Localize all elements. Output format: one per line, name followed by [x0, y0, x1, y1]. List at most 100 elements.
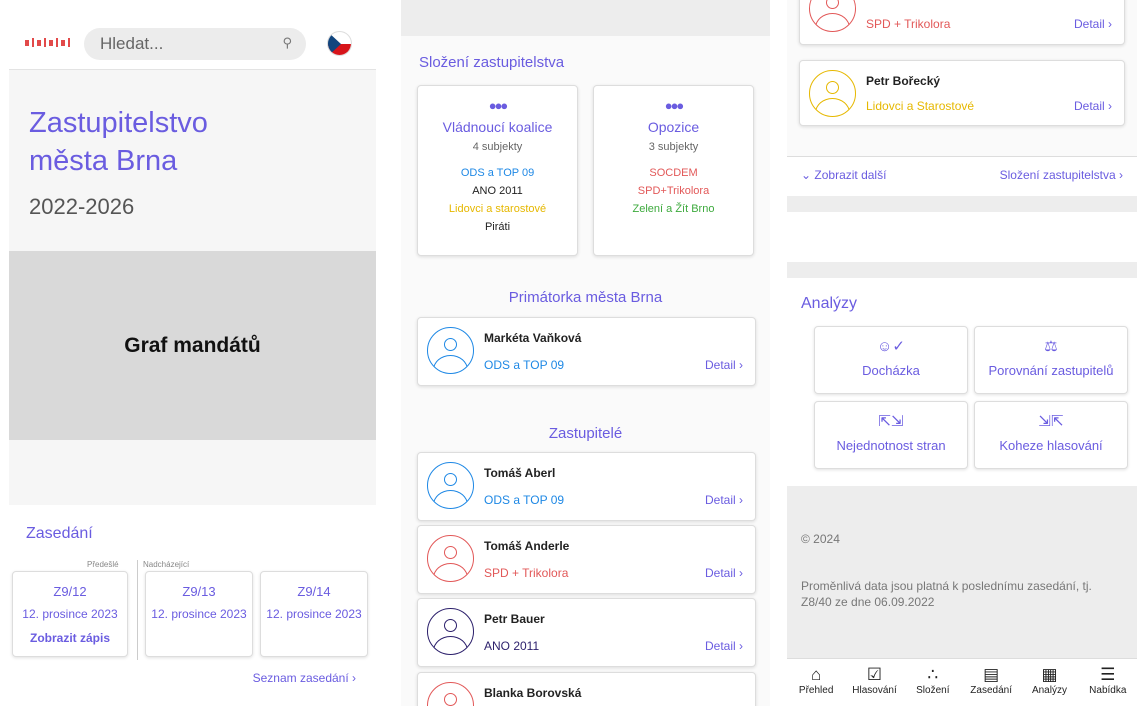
person-name: Tomáš Aberl: [484, 466, 556, 480]
copyright: © 2024: [801, 532, 840, 546]
nav-label: Zasedání: [970, 685, 1012, 696]
search-icon[interactable]: ⚲: [282, 35, 292, 51]
sessions-list-link[interactable]: Seznam zasedání ›: [25, 667, 360, 689]
member-card[interactable]: Petr Bauer ANO 2011 Detail ›: [417, 598, 756, 667]
compare-tile[interactable]: ⚖ Porovnání zastupitelů: [974, 326, 1128, 394]
mayor-card[interactable]: Markéta Vaňková ODS a TOP 09 Detail ›: [417, 317, 756, 386]
meeting-card[interactable]: Z9/13 12. prosince 2023: [145, 571, 253, 657]
graph-label: Graf mandátů: [124, 333, 261, 357]
party-label: SOCDEM: [649, 167, 698, 179]
checkbox-icon: ☑: [866, 665, 883, 684]
cohesion-tile[interactable]: ⇲⇱ Koheze hlasování: [974, 401, 1128, 469]
nav-analyses[interactable]: ▦ Analýzy: [1021, 659, 1077, 706]
nav-overview[interactable]: ⌂ Přehled: [788, 659, 844, 706]
member-card[interactable]: Tomáš Anderle SPD + Trikolora Detail ›: [417, 525, 756, 594]
top-bar: Hledat... ⚲: [9, 0, 376, 70]
tile-label: Porovnání zastupitelů: [988, 363, 1114, 378]
blank-area: [787, 212, 1137, 262]
data-note: Proměnlivá data jsou platná k poslednímu…: [801, 579, 1092, 609]
detail-link[interactable]: Detail ›: [705, 358, 743, 372]
member-card[interactable]: Tomáš Aberl ODS a TOP 09 Detail ›: [417, 452, 756, 521]
person-name: Markéta Vaňková: [484, 331, 582, 345]
composition-panel: Složení zastupitelstva ●●● Vládnoucí koa…: [401, 0, 770, 706]
coalition-card[interactable]: ●●● Vládnoucí koalice 4 subjekty ODS a T…: [417, 85, 578, 256]
analyses-section: Analýzy ☺✓ Docházka ⚖ Porovnání zastupit…: [787, 278, 1137, 486]
group-icon: ●●●: [488, 98, 509, 113]
detail-link[interactable]: Detail ›: [1074, 99, 1112, 113]
meeting-code: Z9/14: [297, 584, 331, 599]
mayor-title: Primátorka města Brna: [508, 289, 663, 306]
meeting-date: 12. prosince 2023: [151, 607, 247, 621]
czech-flag-icon[interactable]: [327, 31, 352, 56]
avatar-icon: [427, 535, 474, 582]
seat-graph-placeholder: Graf mandátů: [9, 251, 376, 440]
group-icon: ∴: [927, 665, 939, 684]
detail-link[interactable]: Detail ›: [705, 639, 743, 653]
divider: [137, 560, 138, 660]
nav-label: Složení: [916, 685, 950, 696]
composition-link[interactable]: Složení zastupitelstva ›: [1000, 168, 1123, 182]
party-label: Lidovci a starostové: [448, 203, 547, 215]
search-input[interactable]: Hledat... ⚲: [84, 28, 306, 60]
nav-label: Nabídka: [1089, 685, 1127, 696]
coalition-count: 4 subjekty: [472, 141, 523, 153]
nav-sessions[interactable]: ▤ Zasedání: [963, 659, 1019, 706]
meeting-code: Z9/12: [53, 584, 87, 599]
show-more-link[interactable]: ⌄ Zobrazit další: [801, 168, 886, 182]
detail-link[interactable]: Detail ›: [705, 566, 743, 580]
separator: [787, 196, 1137, 212]
opposition-card[interactable]: ●●● Opozice 3 subjekty SOCDEM SPD+Trikol…: [593, 85, 754, 256]
member-card[interactable]: Blanka Borovská: [417, 672, 756, 706]
meeting-card[interactable]: Z9/14 12. prosince 2023: [260, 571, 368, 657]
collapse-icon: ⇲⇱: [1038, 413, 1064, 430]
logo[interactable]: [25, 38, 70, 47]
tile-label: Docházka: [862, 363, 920, 378]
person-party: ANO 2011: [484, 639, 540, 653]
tile-label: Koheze hlasování: [999, 438, 1103, 453]
more-bar: ⌄ Zobrazit další Složení zastupitelstva …: [787, 156, 1137, 196]
search-placeholder: Hledat...: [100, 34, 164, 53]
party-label: ODS a TOP 09: [460, 167, 535, 179]
opposition-count: 3 subjekty: [648, 141, 699, 153]
meeting-date: 12. prosince 2023: [22, 607, 118, 621]
composition-title: Složení zastupitelstva: [419, 54, 565, 71]
separator: [787, 262, 1137, 278]
nav-menu[interactable]: ☰ Nabídka: [1080, 659, 1136, 706]
meeting-card[interactable]: Z9/12 12. prosince 2023 Zobrazit zápis: [12, 571, 128, 657]
view-minutes-link[interactable]: Zobrazit zápis: [13, 631, 127, 645]
group-icon: ●●●: [664, 98, 685, 113]
nav-label: Analýzy: [1031, 685, 1067, 696]
opposition-name: Opozice: [647, 119, 700, 135]
term-years: 2022-2026: [29, 194, 135, 219]
avatar-icon: [427, 327, 474, 374]
person-party: ODS a TOP 09: [484, 493, 565, 507]
sessions-title: Zasedání: [26, 525, 93, 542]
member-card[interactable]: Petr Bořecký Lidovci a Starostové Detail…: [799, 60, 1125, 126]
nav-composition[interactable]: ∴ Složení: [905, 659, 961, 706]
attendance-tile[interactable]: ☺✓ Docházka: [814, 326, 968, 394]
detail-link[interactable]: Detail ›: [1074, 17, 1112, 31]
nav-label: Přehled: [798, 685, 834, 696]
members-title: Zastupitelé: [548, 425, 623, 442]
party-label: ANO 2011: [472, 185, 523, 197]
party-label: Piráti: [484, 221, 511, 233]
overview-panel: Hledat... ⚲ Zastupitelstvo města Brna 20…: [9, 0, 376, 706]
person-party: ODS a TOP 09: [484, 358, 565, 372]
analyses-panel: SPD + Trikolora Detail › Petr Bořecký Li…: [787, 0, 1137, 706]
analyses-title: Analýzy: [801, 295, 858, 312]
chart-icon: ▦: [1041, 665, 1058, 684]
person-name: Tomáš Anderle: [484, 539, 570, 553]
detail-link[interactable]: Detail ›: [705, 493, 743, 507]
party-label: Zelení a Žít Brno: [632, 203, 715, 215]
person-check-icon: ☺✓: [877, 338, 905, 355]
person-name: Petr Bořecký: [866, 74, 941, 88]
avatar-icon: [427, 462, 474, 509]
party-label: SPD+Trikolora: [637, 185, 710, 197]
nav-voting[interactable]: ☑ Hlasování: [846, 659, 902, 706]
member-card[interactable]: SPD + Trikolora Detail ›: [799, 0, 1125, 45]
nav-label: Hlasování: [852, 685, 897, 696]
document-icon: ▤: [983, 665, 1000, 684]
tile-label: Nejednotnost stran: [836, 438, 946, 453]
inconsistency-tile[interactable]: ⇱⇲ Nejednotnost stran: [814, 401, 968, 469]
upcoming-label: Nadcházející: [143, 560, 190, 569]
